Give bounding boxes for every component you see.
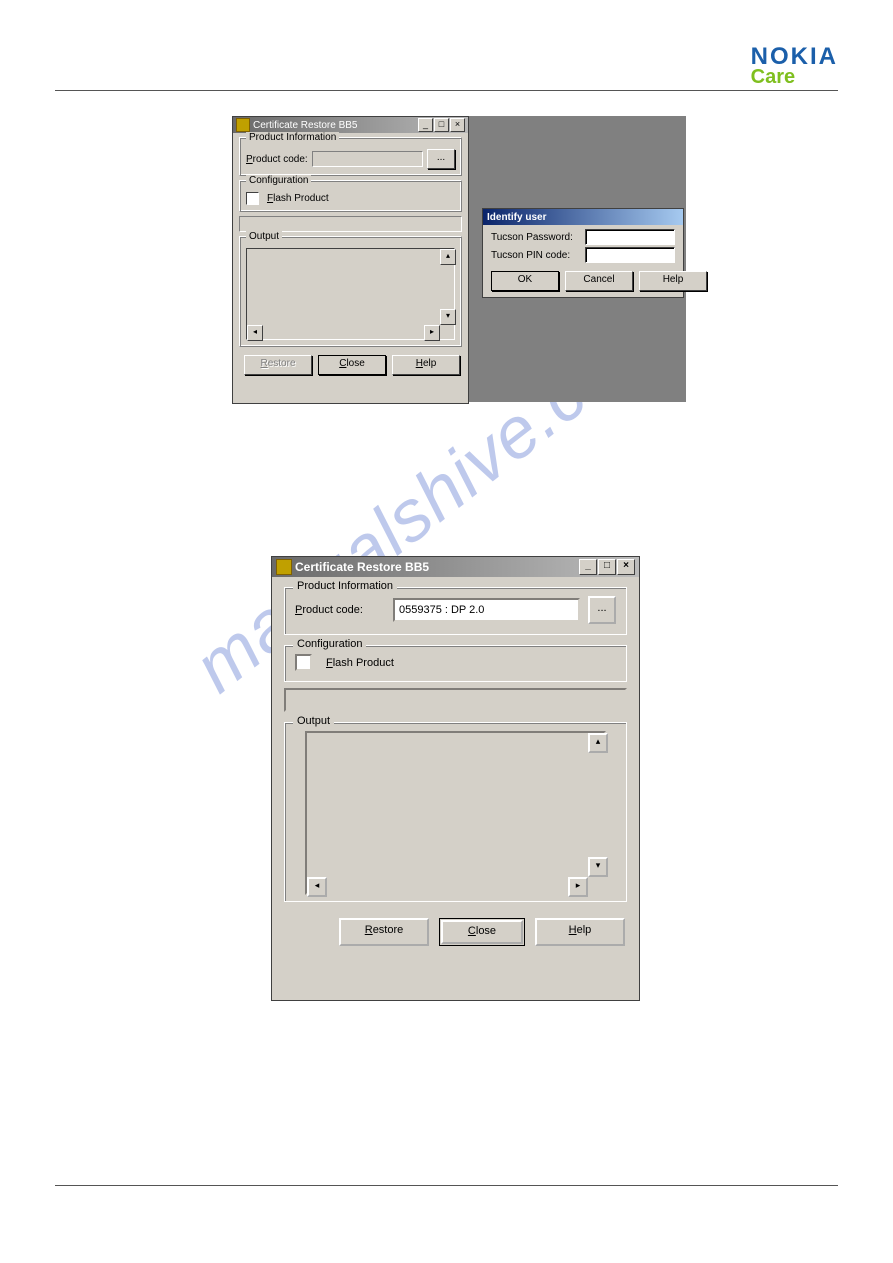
scrollbar-horizontal[interactable]: ◂ ▸ (247, 325, 440, 339)
titlebar[interactable]: Certificate Restore BB5 _ □ × (272, 557, 639, 577)
scroll-up-icon[interactable]: ▴ (440, 249, 456, 265)
product-code-input[interactable] (312, 151, 423, 167)
window-title: Certificate Restore BB5 (253, 120, 358, 131)
minimize-icon[interactable]: _ (418, 118, 433, 132)
dialog-title: Identify user (487, 212, 546, 223)
app-icon (276, 559, 292, 575)
scroll-down-icon[interactable]: ▾ (588, 857, 608, 877)
maximize-icon[interactable]: □ (598, 559, 616, 575)
output-group: Output ▴ ▾ ◂ ▸ (284, 722, 627, 902)
maximize-icon[interactable]: □ (434, 118, 449, 132)
product-code-label: Product code: (246, 154, 308, 165)
tucson-pin-input[interactable] (585, 247, 675, 263)
product-code-label: Product code: (295, 604, 385, 616)
minimize-icon[interactable]: _ (579, 559, 597, 575)
logo: NOKIA Care (751, 45, 838, 87)
logo-sub: Care (751, 67, 838, 87)
scroll-right-icon[interactable]: ▸ (568, 877, 588, 897)
tucson-password-input[interactable] (585, 229, 675, 245)
cancel-button[interactable]: Cancel (565, 271, 633, 291)
help-button[interactable]: Help (639, 271, 707, 291)
output-textarea[interactable]: ▴ ▾ ◂ ▸ (246, 248, 455, 340)
status-bar (284, 688, 627, 712)
close-button[interactable]: Close (439, 918, 525, 946)
browse-button[interactable]: ... (427, 149, 455, 169)
product-info-group: Product Information Product code: 055937… (284, 587, 627, 635)
scroll-down-icon[interactable]: ▾ (440, 309, 456, 325)
flash-product-checkbox[interactable] (246, 192, 259, 205)
cert-restore-window-small: Certificate Restore BB5 _ □ × Product In… (232, 116, 469, 404)
header-rule (55, 90, 838, 91)
close-icon[interactable]: × (450, 118, 465, 132)
titlebar[interactable]: Identify user (483, 209, 683, 225)
configuration-group: Configuration Flash Product (239, 180, 462, 212)
app-icon (236, 118, 250, 132)
scroll-left-icon[interactable]: ◂ (307, 877, 327, 897)
help-button[interactable]: Help (535, 918, 625, 946)
footer-rule (55, 1185, 838, 1186)
restore-button[interactable]: Restore (339, 918, 429, 946)
scroll-right-icon[interactable]: ▸ (424, 325, 440, 341)
identify-user-dialog: Identify user Tucson Password: Tucson PI… (482, 208, 684, 298)
output-legend: Output (246, 231, 282, 242)
configuration-legend: Configuration (293, 638, 366, 650)
ok-button[interactable]: OK (491, 271, 559, 291)
tucson-password-label: Tucson Password: (491, 232, 581, 243)
window-title: Certificate Restore BB5 (295, 560, 429, 574)
product-info-legend: Product Information (293, 580, 397, 592)
flash-product-label: Flash Product (326, 657, 394, 669)
close-button[interactable]: Close (318, 355, 386, 375)
output-legend: Output (293, 715, 334, 727)
configuration-group: Configuration Flash Product (284, 645, 627, 682)
titlebar[interactable]: Certificate Restore BB5 _ □ × (233, 117, 468, 133)
scrollbar-vertical[interactable]: ▴ ▾ (588, 733, 604, 877)
scroll-left-icon[interactable]: ◂ (247, 325, 263, 341)
product-info-legend: Product Information (246, 132, 339, 143)
output-textarea[interactable]: ▴ ▾ ◂ ▸ (305, 731, 606, 895)
cert-restore-window-large: Certificate Restore BB5 _ □ × Product In… (271, 556, 640, 1001)
status-bar (239, 216, 462, 232)
configuration-legend: Configuration (246, 175, 311, 186)
restore-button: Restore (244, 355, 312, 375)
product-code-input[interactable]: 0559375 : DP 2.0 (393, 598, 580, 622)
tucson-pin-label: Tucson PIN code: (491, 250, 581, 261)
product-info-group: Product Information Product code: ... (239, 137, 462, 176)
close-icon[interactable]: × (617, 559, 635, 575)
scrollbar-vertical[interactable]: ▴ ▾ (440, 249, 454, 325)
flash-product-checkbox[interactable] (295, 654, 312, 671)
output-group: Output ▴ ▾ ◂ ▸ (239, 236, 462, 347)
flash-product-label: Flash Product (267, 193, 329, 204)
scroll-up-icon[interactable]: ▴ (588, 733, 608, 753)
browse-button[interactable]: ... (588, 596, 616, 624)
help-button[interactable]: Help (392, 355, 460, 375)
scrollbar-horizontal[interactable]: ◂ ▸ (307, 877, 588, 893)
screenshot-1: Certificate Restore BB5 _ □ × Product In… (232, 116, 686, 402)
